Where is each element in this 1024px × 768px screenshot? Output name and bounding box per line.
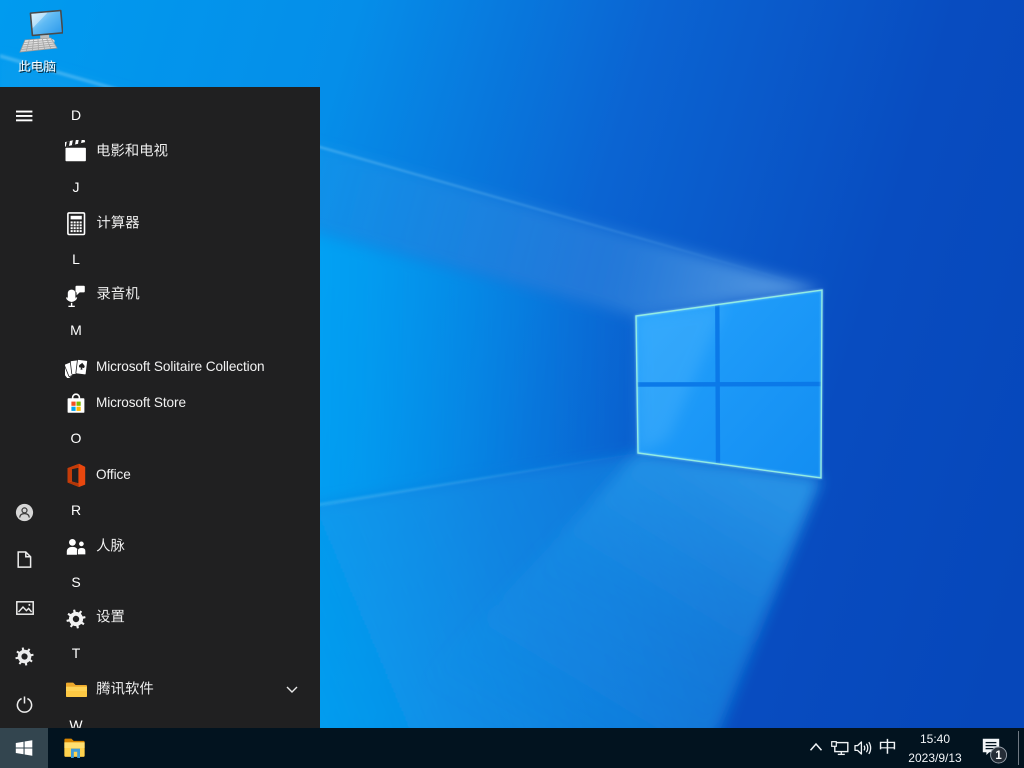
svg-text:1: 1	[995, 750, 1002, 762]
